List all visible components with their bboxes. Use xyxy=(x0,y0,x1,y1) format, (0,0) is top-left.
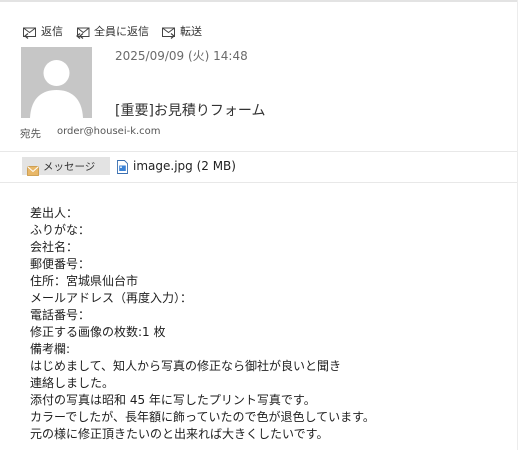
body-line: 差出人： xyxy=(30,206,79,220)
envelope-icon xyxy=(27,161,39,176)
body-line: はじめまして、知人から写真の修正なら御社が良いと聞き xyxy=(30,359,342,373)
body-line: 郵便番号： xyxy=(30,257,91,271)
forward-label: 転送 xyxy=(180,25,202,38)
top-border xyxy=(0,0,518,2)
body-line: 電話番号： xyxy=(30,308,91,322)
reply-all-button[interactable]: 全員に返信 xyxy=(75,24,149,40)
reply-all-icon xyxy=(75,24,91,40)
body-line: 修正する画像の枚数:1 枚 xyxy=(30,325,166,339)
attachments-divider xyxy=(0,182,518,183)
tab-message-label: メッセージ xyxy=(43,160,96,173)
email-subject: [重要]お見積りフォーム xyxy=(115,103,266,119)
body-line: 住所：宮城県仙台市 xyxy=(30,274,139,288)
to-address[interactable]: order@housei-k.com xyxy=(57,126,161,137)
tab-message[interactable]: メッセージ xyxy=(22,157,110,176)
attachment-image[interactable]: image.jpg (2 MB) xyxy=(117,157,236,175)
message-body: 差出人： ふりがな： 会社名： 郵便番号： 住所：宮城県仙台市 メールアドレス（… xyxy=(30,205,510,443)
image-file-icon xyxy=(117,159,128,174)
body-line: ふりがな： xyxy=(30,223,91,237)
forward-icon xyxy=(161,24,177,40)
body-line: 添付の写真は昭和 45 年に写したプリント写真です。 xyxy=(30,393,316,407)
reply-button[interactable]: 返信 xyxy=(22,24,63,40)
header-divider xyxy=(0,151,518,152)
body-line: 会社名： xyxy=(30,240,79,254)
body-line: 連絡しました。 xyxy=(30,376,115,390)
to-label: 宛先 xyxy=(20,128,41,140)
reading-toolbar: 返信 全員に返信 転送 xyxy=(22,24,214,40)
person-silhouette-icon xyxy=(30,60,83,118)
body-line: 備考欄: xyxy=(30,342,71,356)
forward-button[interactable]: 転送 xyxy=(161,24,202,40)
attachment-label: image.jpg (2 MB) xyxy=(133,159,236,173)
reply-label: 返信 xyxy=(41,25,63,38)
body-line: 元の様に修正頂きたいのと出来れば大きくしたいです。 xyxy=(30,427,329,441)
reply-icon xyxy=(22,24,38,40)
body-line: カラーでしたが、長年額に飾っていたので色が退色しています。 xyxy=(30,410,375,424)
reply-all-label: 全員に返信 xyxy=(94,25,149,38)
sender-avatar xyxy=(21,47,92,118)
body-line: メールアドレス（再度入力）： xyxy=(30,291,193,305)
sent-datetime: 2025/09/09 (火) 14:48 xyxy=(115,49,248,63)
